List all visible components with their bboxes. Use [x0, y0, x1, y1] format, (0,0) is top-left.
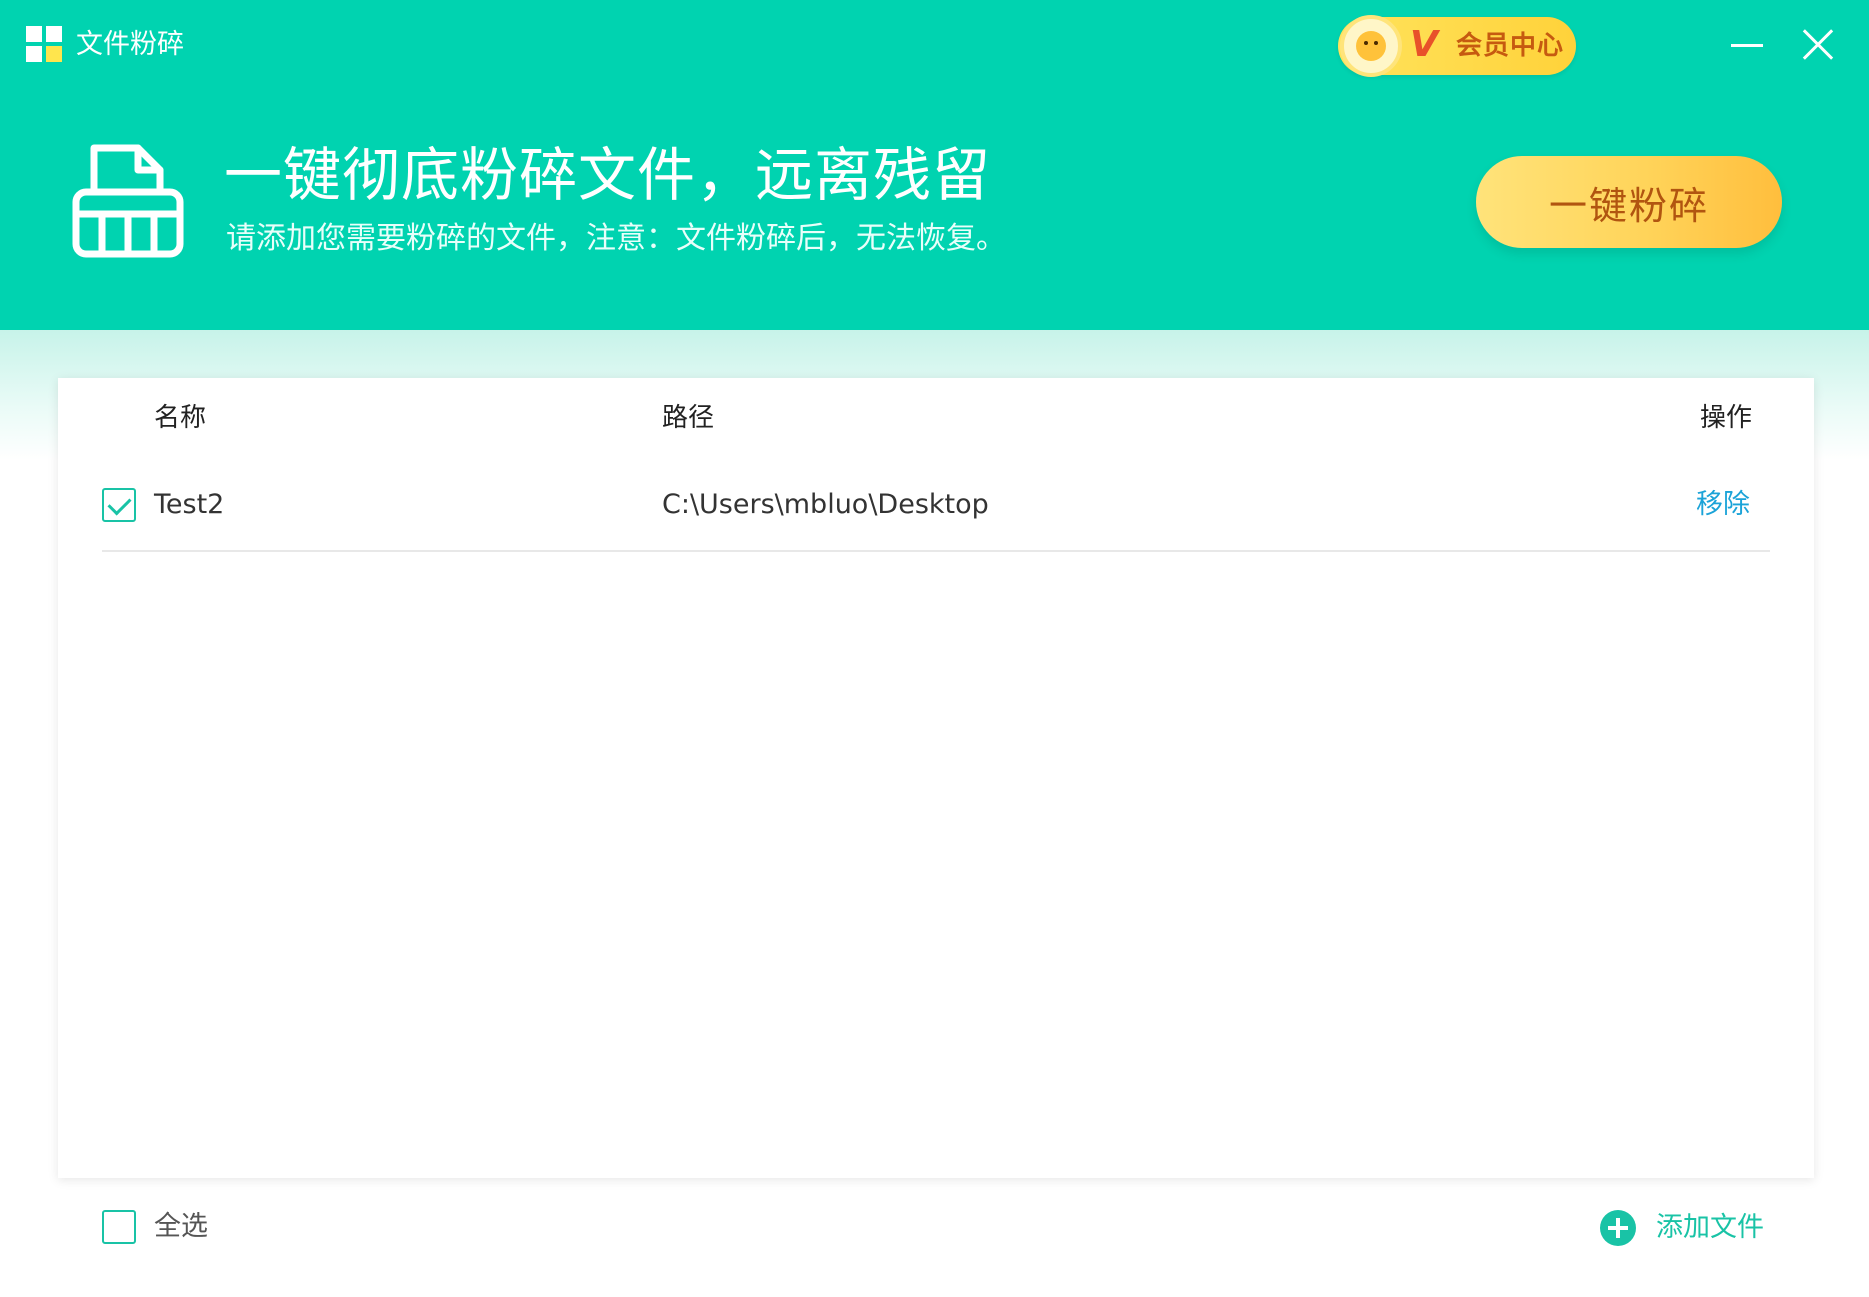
file-list-panel: 名称 路径 操作 Test2 C:\Users\mbluo\Desktop 移除 — [58, 378, 1814, 1178]
header: 文件粉碎 V 会员中心 一键彻底粉碎文件，远离残留 请添加您需要粉碎的文件，注意… — [0, 0, 1869, 330]
windows-grid-icon — [26, 26, 62, 62]
shred-button[interactable]: 一键粉碎 — [1476, 156, 1782, 248]
row-checkbox[interactable] — [102, 488, 136, 522]
subline: 请添加您需要粉碎的文件，注意：文件粉碎后，无法恢复。 — [226, 221, 1006, 256]
app-title: 文件粉碎 — [76, 29, 184, 60]
select-all-label[interactable]: 全选 — [154, 1208, 208, 1246]
vip-center-button[interactable]: V 会员中心 — [1338, 15, 1576, 77]
vip-center-label: 会员中心 — [1456, 31, 1565, 61]
select-all-checkbox[interactable] — [102, 1210, 136, 1244]
file-name: Test2 — [154, 489, 225, 520]
add-file-label: 添加文件 — [1656, 1212, 1764, 1243]
vip-face-icon — [1340, 15, 1402, 77]
column-header-path: 路径 — [662, 403, 715, 433]
remove-link[interactable]: 移除 — [1696, 486, 1750, 524]
column-header-action: 操作 — [1699, 403, 1752, 433]
headline: 一键彻底粉碎文件，远离残留 — [224, 141, 992, 209]
close-icon[interactable] — [1794, 20, 1844, 70]
table-row: Test2 C:\Users\mbluo\Desktop 移除 — [102, 474, 1770, 552]
file-path: C:\Users\mbluo\Desktop — [662, 489, 989, 520]
shredder-icon — [72, 144, 184, 258]
minimize-icon[interactable] — [1723, 20, 1773, 70]
file-shredder-window: 文件粉碎 V 会员中心 一键彻底粉碎文件，远离残留 请添加您需要粉碎的文件，注意… — [0, 0, 1869, 1297]
plus-circle-icon — [1600, 1210, 1636, 1246]
column-header-name: 名称 — [154, 403, 207, 433]
vip-v-label: V — [1410, 24, 1438, 65]
